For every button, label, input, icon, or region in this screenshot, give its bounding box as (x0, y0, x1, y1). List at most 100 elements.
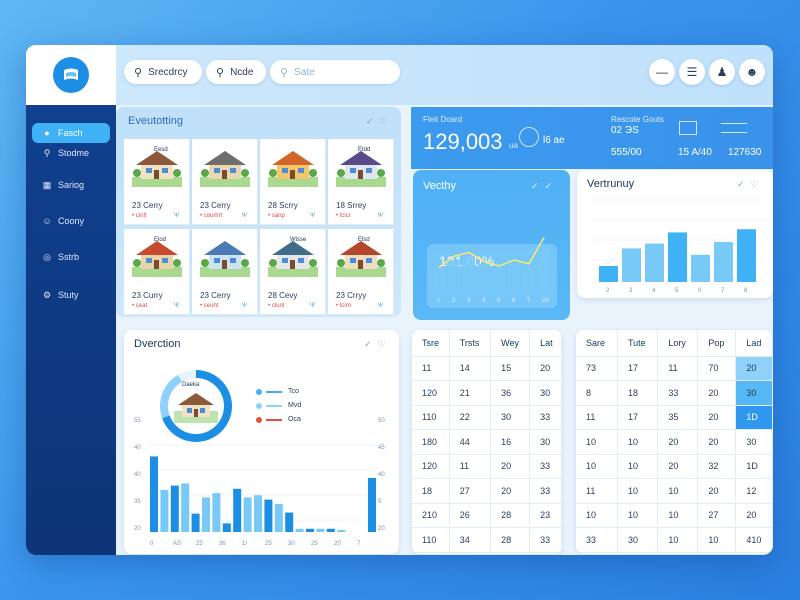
vertrunuy-chart: 2 3 4 5 0 7 8 (593, 199, 763, 294)
overview-x-label: 7 (357, 541, 361, 547)
listing-card[interactable]: Elod 23 Curry • ceat Ψ (124, 229, 190, 315)
card-tag-icon[interactable]: Ψ (242, 213, 247, 219)
listing-card[interactable]: 23 Cerry • coumrt Ψ (192, 139, 258, 225)
listing-card[interactable]: 28 Scrry • sanp Ψ (260, 139, 326, 225)
house-image (336, 151, 386, 187)
sidebar-item-fasch[interactable]: ● Fasch (32, 123, 110, 143)
vertrunuy-bar (668, 232, 687, 282)
table-row[interactable]: 11 10 10 20 12 (576, 478, 773, 504)
listings-title: Eveutotting (128, 115, 184, 127)
table-row[interactable]: 10 10 20 20 30 (576, 429, 773, 455)
app-logo-icon[interactable] (53, 57, 89, 93)
table-row[interactable]: 33 30 10 10 410 (576, 527, 773, 553)
listing-card[interactable]: Etdd 18 Srrey • tcicr Ψ (328, 139, 394, 225)
card-price: 23 Curry (132, 291, 163, 300)
table-cell: 410 (735, 527, 773, 553)
table-row[interactable]: 73 17 11 70 20 (576, 356, 773, 381)
column-header[interactable]: Lat (529, 330, 562, 357)
table-cell: 10 (617, 478, 659, 504)
table-row[interactable]: 11 14 15 20 (412, 356, 562, 381)
table-row[interactable]: 10 10 10 27 20 (576, 503, 773, 528)
vertrunuy-tick-label: 5 (675, 288, 679, 294)
user-icon[interactable]: ☻ (739, 59, 765, 85)
sidebar-item-sstrb[interactable]: ◎ Sstrb (32, 247, 110, 267)
table-cell: 10 (617, 429, 659, 455)
card-price: 28 Scrry (268, 201, 298, 210)
column-header[interactable]: Trsts (449, 330, 492, 357)
column-header[interactable]: Lad (735, 330, 773, 357)
overview-bar (368, 478, 376, 532)
vertrunuy-panel: Vertrunuy ✓♡ 2345078 (577, 170, 773, 298)
table-row[interactable]: 8 18 33 20 30 (576, 380, 773, 406)
table-row[interactable]: 18 27 20 33 (412, 478, 562, 504)
vecthy-bar (463, 256, 475, 290)
card-tag-icon[interactable]: Ψ (174, 303, 179, 309)
listing-card[interactable]: Wisse 28 Cevy • clunt Ψ (260, 229, 326, 315)
search-pill-2-label: Ncde (230, 66, 254, 78)
search-icon: ⚲ (43, 147, 51, 158)
table-row[interactable]: 110 22 30 33 (412, 405, 562, 430)
vertrunuy-tick-label: 0 (698, 288, 702, 294)
table-row[interactable]: 120 21 36 30 (412, 380, 562, 406)
column-header[interactable]: Pop (697, 330, 737, 357)
house-image (268, 151, 318, 187)
table-cell: 26 (449, 503, 492, 528)
table-row[interactable]: 120 11 20 33 (412, 454, 562, 479)
people-icon[interactable]: ♟ (709, 59, 735, 85)
column-header[interactable]: Lory (657, 330, 699, 357)
table-panel-1: Tsre Trsts Wey Lat 11 14 15 20 120 21 36 30 110 22 30 3… (412, 330, 562, 554)
search-input[interactable]: ⚲ Sate (270, 60, 400, 84)
table-row[interactable]: 110 34 28 33 (412, 527, 562, 553)
column-header[interactable]: Tsre (412, 330, 450, 357)
overview-x-label: 36 (219, 541, 226, 547)
sidebar-item-sariog[interactable]: ▦ Sariog (32, 175, 110, 195)
table-cell: 10 (657, 478, 699, 504)
card-tag-icon[interactable]: Ψ (378, 303, 383, 309)
table-cell: 21 (449, 380, 492, 406)
table-cell: 120 (412, 380, 450, 406)
listing-card[interactable]: 23 Cerry • ceuht Ψ (192, 229, 258, 315)
column-header[interactable]: Wey (490, 330, 531, 357)
bars-icon[interactable]: ☰ (679, 59, 705, 85)
table-cell: 20 (735, 503, 773, 528)
column-header[interactable]: Tute (617, 330, 659, 357)
stats-unit: ua (509, 141, 518, 150)
stats-value-1: 555/00 (611, 147, 642, 158)
table-cell: 18 (412, 478, 450, 504)
minus-icon[interactable]: — (649, 59, 675, 85)
listings-header-icons[interactable]: ✓♡ (366, 116, 394, 127)
listing-card[interactable]: Eesd 23 Cerry • cinlt Ψ (124, 139, 190, 225)
table-cell: 11 (576, 405, 618, 430)
overview-bar (160, 489, 169, 532)
overview-x-label: 0 (150, 541, 154, 547)
table-row[interactable]: 10 10 20 32 1D (576, 454, 773, 479)
search-icon: ⚲ (280, 66, 289, 79)
sidebar-item-stuty[interactable]: ⚙ Stuty (32, 285, 110, 305)
overview-bar (316, 528, 325, 532)
card-tag-icon[interactable]: Ψ (242, 303, 247, 309)
table-row[interactable]: 210 26 28 23 (412, 503, 562, 528)
stats-label-left: Fleit Doard (423, 115, 463, 124)
table-icon (679, 121, 697, 135)
overview-panel: Dverction ✓♡ Daeka Tco Mvd Oca 55 40 40 35 20 5… (124, 330, 399, 554)
card-tag-icon[interactable]: Ψ (310, 213, 315, 219)
card-tag-icon[interactable]: Ψ (378, 213, 383, 219)
vecthy-bar (433, 269, 445, 290)
sidebar-item-stodme[interactable]: ⚲ Stodme (32, 143, 110, 163)
vecthy-tick-label: 20 (542, 298, 549, 304)
sidebar-item-label: Stuty (58, 290, 79, 300)
table-cell: 20 (697, 380, 737, 406)
card-tag-icon[interactable]: Ψ (310, 303, 315, 309)
sidebar-item-label: Stodme (58, 148, 90, 158)
table-row[interactable]: 180 44 16 30 (412, 429, 562, 455)
table-cell: 10 (657, 527, 699, 553)
table-cell: 30 (617, 527, 659, 553)
table-row[interactable]: 11 17 35 20 1D (576, 405, 773, 430)
search-pill-2[interactable]: ⚲ Ncde (206, 60, 266, 84)
column-header[interactable]: Sare (576, 330, 618, 357)
search-pill-1[interactable]: ⚲ Srecdrcy (124, 60, 202, 84)
stats-label-right: Rescote Gouts (611, 115, 664, 124)
card-tag-icon[interactable]: Ψ (174, 213, 179, 219)
listing-card[interactable]: Elsd 23 Crryy • tcirn Ψ (328, 229, 394, 315)
sidebar-item-coony[interactable]: ☺ Coony (32, 211, 110, 231)
